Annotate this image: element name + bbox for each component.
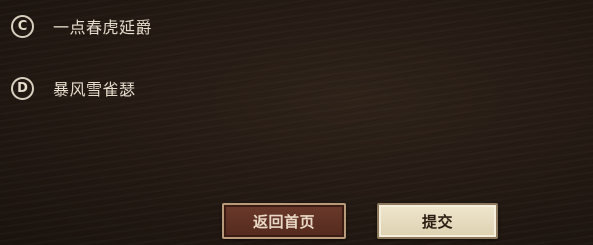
option-c[interactable]: C 一点春虎延爵 [11, 12, 152, 40]
option-d-text: 暴风雪雀瑟 [53, 80, 136, 99]
option-d-letter-badge: D [11, 76, 34, 100]
submit-button[interactable]: 提交 [377, 203, 498, 239]
option-d[interactable]: D 暴风雪雀瑟 [11, 74, 136, 102]
option-c-text: 一点春虎延爵 [53, 18, 153, 37]
return-home-button[interactable]: 返回首页 [222, 203, 346, 239]
option-c-letter-badge: C [11, 14, 34, 38]
